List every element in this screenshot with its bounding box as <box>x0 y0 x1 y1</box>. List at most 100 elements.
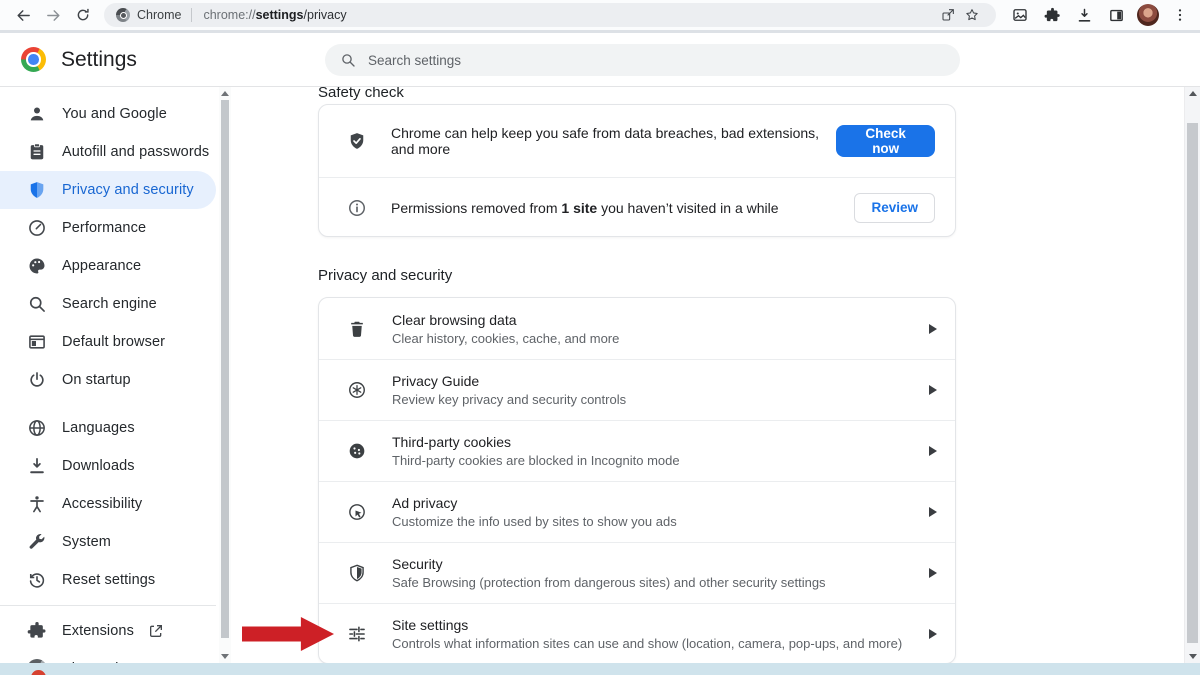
autofill-icon <box>27 142 47 162</box>
sidebar-item-privacy-and-security[interactable]: Privacy and security <box>0 171 216 209</box>
sidebar-item-system[interactable]: System <box>0 523 216 561</box>
scroll-up-icon[interactable] <box>221 91 229 96</box>
row-title: Clear browsing data <box>392 312 619 328</box>
star-icon <box>964 7 980 23</box>
row-subtitle: Clear history, cookies, cache, and more <box>392 331 619 346</box>
security-shield-icon <box>347 563 367 583</box>
share-button[interactable] <box>936 4 960 26</box>
browser-window: Chrome chrome://settings/privacy <box>0 0 1200 675</box>
download-icon <box>27 456 47 476</box>
chevron-right-icon <box>929 507 937 517</box>
row-title: Site settings <box>392 617 902 633</box>
row-clear-browsing-data[interactable]: Clear browsing data Clear history, cookie… <box>319 298 955 359</box>
search-icon <box>27 294 47 314</box>
shield-check-icon <box>347 131 367 151</box>
reload-button[interactable] <box>68 2 98 28</box>
permissions-review-row[interactable]: Permissions removed from 1 site you have… <box>319 177 955 237</box>
row-security[interactable]: SecuritySafe Browsing (protection from d… <box>319 542 955 603</box>
address-bar[interactable]: Chrome chrome://settings/privacy <box>104 3 996 27</box>
chevron-right-icon <box>929 629 937 639</box>
check-now-button[interactable]: Check now <box>836 125 935 157</box>
forward-button[interactable] <box>38 2 68 28</box>
puzzle-icon <box>1044 7 1061 24</box>
three-dot-menu-icon <box>1172 7 1188 23</box>
browser-window-icon <box>27 332 47 352</box>
sidebar-item-appearance[interactable]: Appearance <box>0 247 216 285</box>
shield-icon <box>27 180 47 200</box>
accessibility-icon <box>27 494 47 514</box>
scroll-up-icon[interactable] <box>1189 91 1197 96</box>
safety-check-text: Chrome can help keep you safe from data … <box>391 125 836 157</box>
sidebar-item-search-engine[interactable]: Search engine <box>0 285 216 323</box>
sidebar-item-extensions[interactable]: Extensions <box>0 612 216 650</box>
row-privacy-guide[interactable]: Privacy Guide Review key privacy and secu… <box>319 359 955 420</box>
row-title: Ad privacy <box>392 495 677 511</box>
toolbar-actions <box>1006 2 1194 28</box>
row-subtitle: Controls what information sites can use … <box>392 636 902 651</box>
url-path: /privacy <box>304 8 347 22</box>
settings-header: Settings <box>0 33 1200 87</box>
review-button[interactable]: Review <box>854 193 935 223</box>
permissions-text: Permissions removed from 1 site you have… <box>391 200 779 216</box>
external-link-icon <box>148 623 164 639</box>
sidebar-scrollbar[interactable] <box>219 87 231 663</box>
sidebar-item-default-browser[interactable]: Default browser <box>0 323 216 361</box>
url-host: settings <box>256 8 304 22</box>
media-controls-button[interactable] <box>1006 2 1034 28</box>
safety-check-row[interactable]: Chrome can help keep you safe from data … <box>319 105 955 177</box>
speedometer-icon <box>27 218 47 238</box>
sidebar-item-accessibility[interactable]: Accessibility <box>0 485 216 523</box>
sidebar-item-downloads[interactable]: Downloads <box>0 447 216 485</box>
forward-arrow-icon <box>45 7 62 24</box>
omnibox-separator <box>191 8 192 22</box>
row-third-party-cookies[interactable]: Third-party cookiesThird-party cookies a… <box>319 420 955 481</box>
history-icon <box>27 570 47 590</box>
url-scheme: chrome:// <box>203 8 255 22</box>
settings-sidebar: You and Google Autofill and passwords Pr… <box>0 87 219 675</box>
row-subtitle: Customize the info used by sites to show… <box>392 514 677 529</box>
downloads-button[interactable] <box>1070 2 1098 28</box>
scrollbar-thumb[interactable] <box>1187 123 1198 643</box>
site-chip-label[interactable]: Chrome <box>137 8 181 22</box>
side-panel-button[interactable] <box>1102 2 1130 28</box>
image-icon <box>1011 6 1029 24</box>
bookmark-button[interactable] <box>960 4 984 26</box>
browser-menu-button[interactable] <box>1166 2 1194 28</box>
profile-button[interactable] <box>1134 2 1162 28</box>
info-icon <box>347 198 367 218</box>
sidebar-item-reset-settings[interactable]: Reset settings <box>0 561 216 599</box>
sidebar-item-on-startup[interactable]: On startup <box>0 361 216 399</box>
row-site-settings[interactable]: Site settings Controls what information s… <box>319 603 955 664</box>
permissions-count: 1 site <box>561 200 597 216</box>
extensions-button[interactable] <box>1038 2 1066 28</box>
chevron-right-icon <box>929 568 937 578</box>
toolbar-edge <box>0 30 1200 33</box>
sidebar-item-languages[interactable]: Languages <box>0 409 216 447</box>
sidebar-item-performance[interactable]: Performance <box>0 209 216 247</box>
chevron-right-icon <box>929 385 937 395</box>
page-scrollbar[interactable] <box>1184 87 1200 663</box>
scroll-down-icon[interactable] <box>221 654 229 659</box>
sidebar-item-autofill[interactable]: Autofill and passwords <box>0 133 216 171</box>
globe-icon <box>27 418 47 438</box>
puzzle-icon <box>27 621 47 641</box>
sidebar-item-you-and-google[interactable]: You and Google <box>0 95 216 133</box>
power-icon <box>27 370 47 390</box>
chrome-logo-icon <box>21 47 46 72</box>
share-icon <box>940 7 956 23</box>
row-title: Privacy Guide <box>392 373 626 389</box>
background-logo-fragment <box>31 670 46 675</box>
back-arrow-icon <box>15 7 32 24</box>
cookie-icon <box>347 441 367 461</box>
site-settings-icon <box>347 624 367 644</box>
settings-search[interactable] <box>325 44 960 76</box>
search-input[interactable] <box>368 53 945 68</box>
row-subtitle: Safe Browsing (protection from dangerous… <box>392 575 826 590</box>
scrollbar-thumb[interactable] <box>221 100 229 638</box>
chevron-right-icon <box>929 324 937 334</box>
scroll-down-icon[interactable] <box>1189 654 1197 659</box>
back-button[interactable] <box>8 2 38 28</box>
download-icon <box>1076 7 1093 24</box>
row-ad-privacy[interactable]: Ad privacy Customize the info used by sit… <box>319 481 955 542</box>
row-subtitle: Review key privacy and security controls <box>392 392 626 407</box>
